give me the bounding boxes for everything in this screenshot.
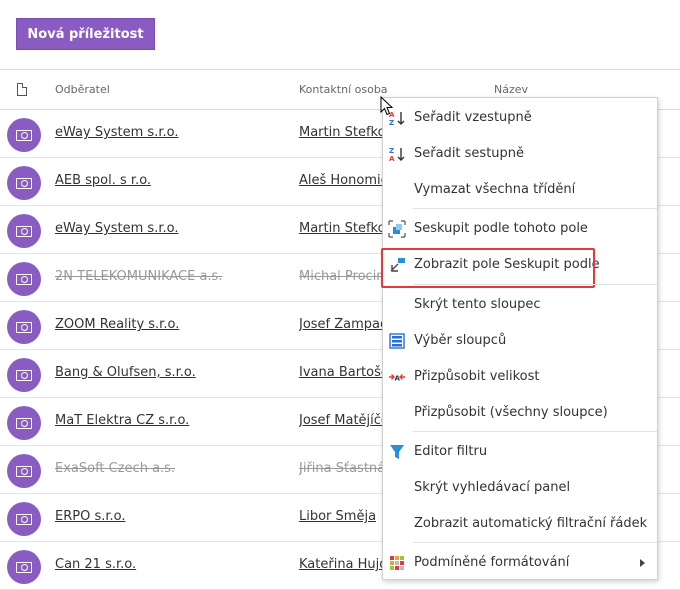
menu-item-label: Editor filtru	[414, 444, 488, 459]
svg-text:A: A	[389, 155, 395, 163]
document-icon[interactable]	[17, 83, 27, 96]
menu-item-group-by-field[interactable]: Seskupit podle tohoto pole	[383, 210, 657, 246]
sort-descending-icon: Z A	[389, 147, 405, 163]
column-chooser-icon	[389, 333, 405, 349]
svg-text:A: A	[395, 375, 401, 383]
mouse-cursor-icon	[380, 96, 394, 116]
menu-item-best-fit-all[interactable]: Přizpůsobit (všechny sloupce)	[383, 394, 657, 430]
contact-link[interactable]: Aleš Honomic	[299, 173, 383, 188]
best-fit-icon: A	[389, 374, 405, 383]
menu-separator	[413, 208, 657, 209]
menu-separator	[413, 542, 657, 543]
menu-item-label: Seřadit sestupně	[414, 146, 525, 161]
menu-item-label: Přizpůsobit (všechny sloupce)	[414, 405, 608, 420]
menu-item-label: Vymazat všechna třídění	[414, 182, 576, 197]
filter-icon	[390, 445, 404, 459]
menu-item-label: Skrýt vyhledávací panel	[414, 480, 571, 495]
opportunity-icon[interactable]	[7, 406, 41, 440]
group-by-icon	[388, 220, 406, 238]
menu-item-filter-editor[interactable]: Editor filtru	[383, 433, 657, 469]
customer-link[interactable]: ExaSoft Czech a.s.	[55, 461, 175, 476]
menu-item-sort-descending[interactable]: Z A Seřadit sestupně	[383, 135, 657, 171]
menu-item-label: Zobrazit automatický filtrační řádek	[414, 516, 648, 531]
menu-item-label: Skrýt tento sloupec	[414, 297, 541, 312]
customer-link[interactable]: AEB spol. s r.o.	[55, 173, 151, 188]
customer-link[interactable]: Bang & Olufsen, s.r.o.	[55, 365, 196, 380]
customer-link[interactable]: eWay System s.r.o.	[55, 221, 178, 236]
customer-link[interactable]: MaT Elektra CZ s.r.o.	[55, 413, 189, 428]
column-context-menu: A Z Seřadit vzestupně Z A Seřadit sestup…	[381, 97, 658, 580]
menu-item-hide-search-panel[interactable]: Skrýt vyhledávací panel	[383, 469, 657, 505]
menu-item-best-fit[interactable]: A Přizpůsobit velikost	[383, 358, 657, 394]
customer-link[interactable]: ZOOM Reality s.r.o.	[55, 317, 179, 332]
menu-item-conditional-formatting[interactable]: Podmíněné formátování	[383, 544, 657, 580]
opportunity-icon[interactable]	[7, 310, 41, 344]
svg-text:Z: Z	[389, 147, 394, 155]
opportunity-icon[interactable]	[7, 502, 41, 536]
menu-item-label: Výběr sloupců	[414, 333, 507, 348]
opportunity-icon[interactable]	[7, 262, 41, 296]
submenu-arrow-icon	[640, 559, 645, 567]
contact-link[interactable]: Martin Štefko	[299, 221, 383, 236]
contact-link[interactable]: Josef Matějíče	[299, 413, 383, 428]
customer-link[interactable]: 2N TELEKOMUNIKACE a.s.	[55, 269, 222, 284]
contact-link[interactable]: Kateřina Hujd	[299, 557, 383, 572]
menu-item-column-chooser[interactable]: Výběr sloupců	[383, 322, 657, 358]
opportunity-icon[interactable]	[7, 214, 41, 248]
contact-link[interactable]: Martin Štefko	[299, 125, 383, 140]
contact-link[interactable]: Ivana Bartošo	[299, 365, 383, 380]
customer-link[interactable]: ERPO s.r.o.	[55, 509, 126, 524]
menu-item-show-auto-filter-row[interactable]: Zobrazit automatický filtrační řádek	[383, 505, 657, 541]
menu-item-label: Seřadit vzestupně	[414, 110, 532, 125]
column-header-name[interactable]: Název	[494, 83, 528, 96]
customer-link[interactable]: Can 21 s.r.o.	[55, 557, 136, 572]
contact-link[interactable]: Josef Žampach	[299, 317, 383, 332]
contact-link[interactable]: Libor Směja	[299, 509, 376, 524]
opportunity-icon[interactable]	[7, 166, 41, 200]
contact-link[interactable]: Jiřina Šťastná	[299, 461, 383, 476]
conditional-formatting-icon	[390, 556, 404, 570]
column-header-customer[interactable]: Odběratel	[55, 83, 110, 96]
svg-text:Z: Z	[389, 119, 394, 127]
opportunity-icon[interactable]	[7, 358, 41, 392]
menu-item-sort-ascending[interactable]: A Z Seřadit vzestupně	[383, 99, 657, 135]
menu-item-label: Podmíněné formátování	[414, 555, 570, 570]
column-header-contact[interactable]: Kontaktní osoba	[299, 83, 388, 96]
menu-item-label: Seskupit podle tohoto pole	[414, 221, 588, 236]
menu-separator	[413, 284, 657, 285]
menu-item-label: Přizpůsobit velikost	[414, 369, 540, 384]
contact-link[interactable]: Michal Procin	[299, 269, 383, 284]
menu-item-clear-sorting[interactable]: Vymazat všechna třídění	[383, 171, 657, 207]
highlight-box	[381, 248, 595, 288]
opportunity-icon[interactable]	[7, 454, 41, 488]
opportunity-icon[interactable]	[7, 118, 41, 152]
new-opportunity-button[interactable]: Nová příležitost	[16, 18, 155, 50]
customer-link[interactable]: eWay System s.r.o.	[55, 125, 178, 140]
menu-item-hide-column[interactable]: Skrýt tento sloupec	[383, 286, 657, 322]
menu-separator	[413, 431, 657, 432]
opportunity-icon[interactable]	[7, 550, 41, 584]
